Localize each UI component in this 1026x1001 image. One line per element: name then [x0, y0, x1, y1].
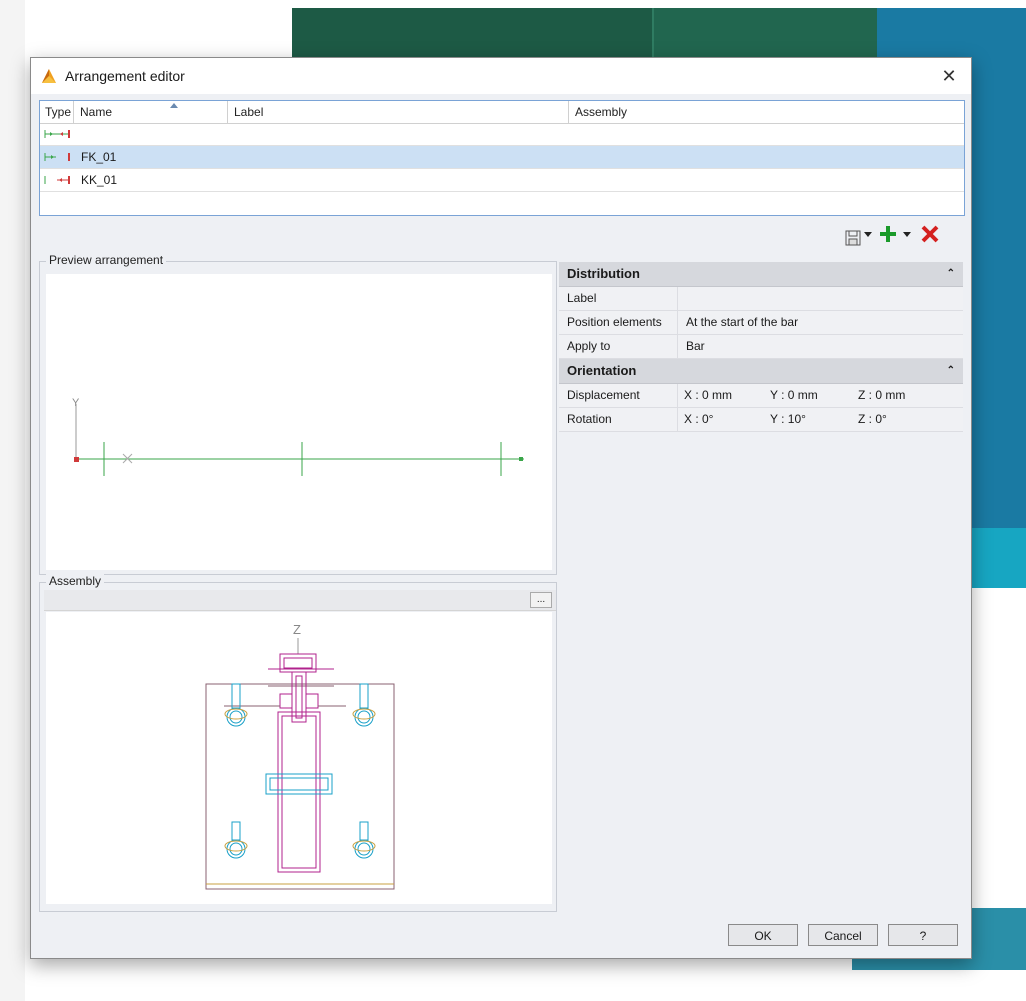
arrangement-both-ends-icon	[44, 130, 70, 138]
y-axis-label: Y	[72, 397, 80, 409]
property-row-rotation[interactable]: Rotation X : 0° Y : 10° Z : 0°	[559, 408, 963, 432]
table-row[interactable]: KK_01	[40, 169, 964, 192]
save-icon[interactable]	[845, 226, 861, 250]
column-header-label[interactable]: Label	[228, 101, 569, 123]
preview-drawing: Y	[72, 397, 524, 476]
delete-icon[interactable]	[921, 225, 939, 243]
column-header-type[interactable]: Type	[40, 101, 74, 123]
orientation-section-header[interactable]: Orientation ⌃	[559, 359, 963, 384]
property-key: Displacement	[567, 388, 640, 402]
row-name: KK_01	[81, 173, 118, 187]
table-row-selected[interactable]: FK_01	[40, 146, 964, 169]
property-row-position-elements[interactable]: Position elements At the start of the ba…	[559, 311, 963, 335]
column-header-assembly[interactable]: Assembly	[569, 101, 964, 123]
displacement-values[interactable]: X : 0 mm Y : 0 mm Z : 0 mm	[677, 384, 963, 407]
property-key: Apply to	[567, 339, 611, 353]
preview-canvas[interactable]: Y	[46, 274, 552, 570]
table-row[interactable]	[40, 123, 964, 146]
preview-arrangement-group: Preview arrangement Y	[39, 253, 557, 575]
table-header: Type Name Label Assembly	[40, 101, 964, 124]
arrangement-table[interactable]: Type Name Label Assembly FK_01 KK_01	[39, 100, 965, 216]
property-key: Rotation	[567, 412, 612, 426]
property-grid: Distribution ⌃ Label Position elements A…	[559, 262, 963, 432]
arrangement-editor-dialog: Arrangement editor ✕ Type Name Label Ass…	[30, 57, 972, 959]
app-logo-icon	[42, 69, 56, 83]
host-left-panel	[0, 0, 26, 1001]
help-button[interactable]: ?	[888, 924, 958, 946]
browse-assembly-button[interactable]: ...	[530, 592, 552, 608]
sort-ascending-icon	[170, 103, 178, 108]
assembly-preview-canvas[interactable]: Z	[46, 612, 552, 904]
add-icon[interactable]	[879, 225, 897, 243]
property-row-displacement[interactable]: Displacement X : 0 mm Y : 0 mm Z : 0 mm	[559, 384, 963, 408]
property-row-label[interactable]: Label	[559, 287, 963, 311]
ok-button[interactable]: OK	[728, 924, 798, 946]
anchor-bolt	[226, 683, 374, 859]
distribution-header-label: Distribution	[567, 266, 640, 281]
assembly-drawing: Z	[205, 622, 395, 890]
chevron-down-icon[interactable]	[864, 232, 872, 237]
apply-to-value[interactable]: Bar	[677, 335, 963, 358]
displacement-y[interactable]: Y : 0 mm	[770, 384, 818, 407]
arrangement-end-icon	[44, 176, 70, 184]
z-axis-label: Z	[293, 622, 301, 637]
preview-arrangement-label: Preview arrangement	[46, 253, 167, 267]
dialog-titlebar[interactable]: Arrangement editor ✕	[31, 58, 971, 94]
assembly-group: Assembly ... Z	[39, 574, 557, 912]
collapse-icon[interactable]: ⌃	[947, 359, 955, 383]
assembly-label: Assembly	[46, 574, 105, 588]
viewport-model-shape	[972, 528, 1026, 588]
property-key: Label	[567, 291, 597, 305]
rotation-x[interactable]: X : 0°	[684, 408, 713, 431]
column-header-name-label: Name	[80, 105, 113, 119]
distribution-section-header[interactable]: Distribution ⌃	[559, 262, 963, 287]
close-button[interactable]: ✕	[937, 64, 961, 88]
rotation-z[interactable]: Z : 0°	[858, 408, 887, 431]
arrangement-start-icon	[44, 153, 70, 161]
property-row-apply-to[interactable]: Apply to Bar	[559, 335, 963, 359]
property-key: Position elements	[567, 315, 662, 329]
displacement-z[interactable]: Z : 0 mm	[858, 384, 905, 407]
assembly-selector-bar[interactable]: ...	[44, 590, 556, 611]
cancel-button[interactable]: Cancel	[808, 924, 878, 946]
rotation-y[interactable]: Y : 10°	[770, 408, 806, 431]
chevron-down-icon[interactable]	[903, 232, 911, 237]
origin-marker	[74, 457, 79, 462]
rotation-values[interactable]: X : 0° Y : 10° Z : 0°	[677, 408, 963, 431]
column-profile	[277, 711, 321, 873]
position-elements-value[interactable]: At the start of the bar	[677, 311, 963, 334]
collapse-icon[interactable]: ⌃	[947, 262, 955, 286]
end-marker	[519, 457, 523, 461]
column-header-name[interactable]: Name	[74, 101, 228, 123]
arrangement-toolbar	[845, 222, 965, 246]
displacement-x[interactable]: X : 0 mm	[684, 384, 732, 407]
label-value-field[interactable]	[677, 287, 963, 310]
orientation-header-label: Orientation	[567, 363, 637, 378]
dialog-title: Arrangement editor	[65, 68, 185, 84]
row-name: FK_01	[81, 150, 117, 164]
